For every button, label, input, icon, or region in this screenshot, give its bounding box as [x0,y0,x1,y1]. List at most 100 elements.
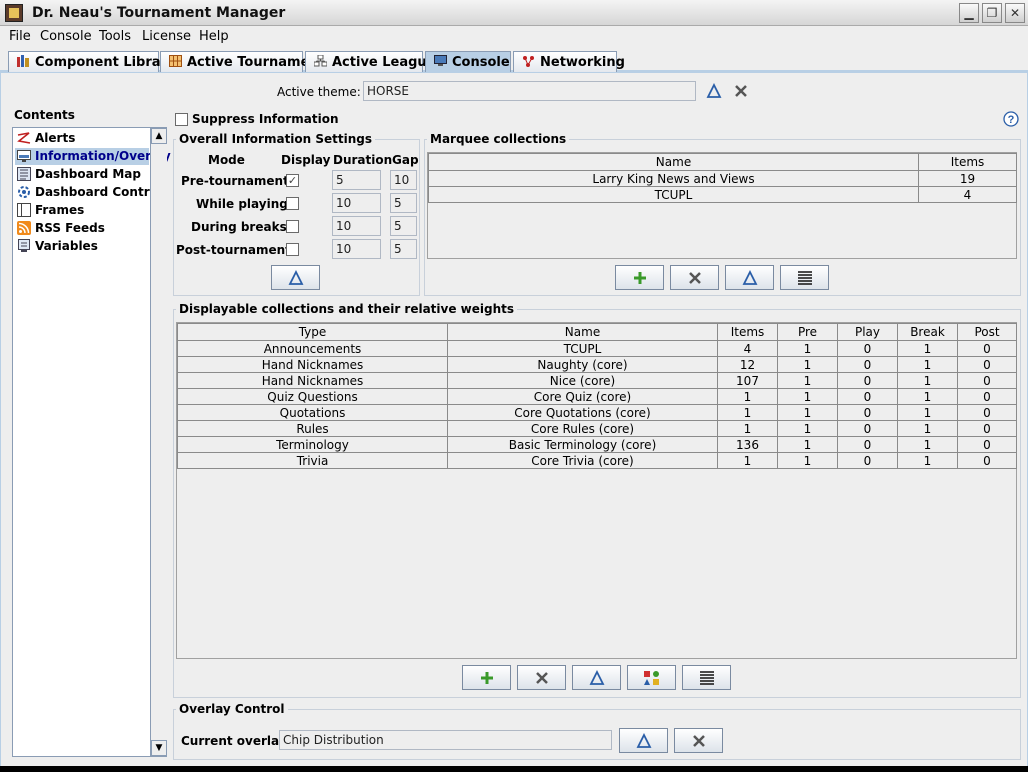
network-icon [522,55,535,67]
sidebar-item-frames[interactable]: Frames [15,202,149,219]
items-cell: 136 [717,436,778,453]
items-cell: 1 [717,404,778,421]
tab-active-league[interactable]: Active League [305,51,436,72]
clear-overlay-button[interactable] [674,728,723,753]
minimize-icon[interactable]: ▁ [959,3,979,23]
table-row[interactable]: Hand Nicknames Naughty (core) 12 1 0 1 0 [177,356,1017,373]
marquee-items-header[interactable]: Items [918,153,1017,171]
tab-label: Component Library [35,55,176,70]
post-header[interactable]: Post [957,323,1017,341]
table-row[interactable]: Terminology Basic Terminology (core) 136 1 0… [177,436,1017,453]
pre-header[interactable]: Pre [777,323,838,341]
table-row[interactable]: Hand Nicknames Nice (core) 107 1 0 1 0 [177,372,1017,389]
duration-field-while-playing[interactable]: 10 [332,193,381,213]
sidebar-item-dashboard-control[interactable]: Dashboard Control [15,184,162,201]
help-icon[interactable]: ? [1003,111,1019,127]
menu-tools[interactable]: Tools [99,29,131,44]
type-cell: Rules [177,420,448,437]
remove-marquee-button[interactable] [670,265,719,290]
edit-collection-button[interactable] [572,665,621,690]
menu-help[interactable]: Help [199,29,229,44]
table-row[interactable]: TCUPL 4 [428,186,1017,203]
add-marquee-button[interactable] [615,265,664,290]
menu-file[interactable]: File [9,29,31,44]
table-row[interactable]: Trivia Core Trivia (core) 1 1 0 1 0 [177,452,1017,469]
gap-field-pre-tournament[interactable]: 10 [390,170,417,190]
frame-icon [17,203,31,217]
list-collection-button[interactable] [682,665,731,690]
name-header[interactable]: Name [447,323,718,341]
name-cell: Core Quotations (core) [447,404,718,421]
scroll-down-icon[interactable]: ▼ [151,740,167,756]
edit-overlay-button[interactable] [619,728,668,753]
edit-marquee-button[interactable] [725,265,774,290]
gap-field-during-breaks[interactable]: 5 [390,216,417,236]
display-checkbox-post-tournament[interactable] [286,243,299,256]
tab-console[interactable]: Console [425,51,511,72]
name-cell: Naughty (core) [447,356,718,373]
overlay-control-title: Overlay Control [176,702,288,716]
table-row[interactable]: Announcements TCUPL 4 1 0 1 0 [177,340,1017,357]
restore-icon[interactable]: ❐ [982,3,1002,23]
display-checkbox-pre-tournament[interactable]: ✓ [286,174,299,187]
items-cell: 1 [717,388,778,405]
table-row[interactable]: Larry King News and Views 19 [428,170,1017,187]
list-marquee-button[interactable] [780,265,829,290]
break-header[interactable]: Break [897,323,958,341]
post-cell: 0 [957,340,1017,357]
post-cell: 0 [957,452,1017,469]
play-header[interactable]: Play [837,323,898,341]
gap-field-while-playing[interactable]: 5 [390,193,417,213]
current-overlay-field[interactable]: Chip Distribution [279,730,612,750]
menu-console[interactable]: Console [40,29,92,44]
title-bar[interactable]: Dr. Neau's Tournament Manager ▁ ❐ ✕ [0,0,1028,26]
items-header[interactable]: Items [717,323,778,341]
sidebar-scrollbar[interactable]: ▲ ▼ [150,128,167,756]
add-collection-button[interactable] [462,665,511,690]
edit-settings-button[interactable] [271,265,320,290]
sidebar-item-variables[interactable]: Variables [15,238,149,255]
duration-field-during-breaks[interactable]: 10 [332,216,381,236]
play-cell: 0 [837,404,898,421]
break-cell: 1 [897,420,958,437]
play-cell: 0 [837,372,898,389]
sidebar-item-dashboard-map[interactable]: Dashboard Map [15,166,149,183]
tab-networking[interactable]: Networking [513,51,625,72]
table-row[interactable]: Quiz Questions Core Quiz (core) 1 1 0 1 0 [177,388,1017,405]
break-cell: 1 [897,452,958,469]
type-header[interactable]: Type [177,323,448,341]
sidebar-item-alerts[interactable]: Alerts [15,130,149,147]
shapes-collection-button[interactable] [627,665,676,690]
sidebar-item-rss-feeds[interactable]: RSS Feeds [15,220,149,237]
edit-theme-icon[interactable] [706,82,722,99]
remove-collection-button[interactable] [517,665,566,690]
suppress-info-checkbox[interactable] [175,113,188,126]
clear-theme-icon[interactable] [733,83,749,99]
marquee-name-header[interactable]: Name [428,153,919,171]
control-icon [17,185,31,199]
sidebar-item-label: Alerts [35,131,76,145]
tab-component-library[interactable]: Component Library [8,51,175,72]
marquee-name-cell: Larry King News and Views [428,170,919,187]
menu-license[interactable]: License [142,29,191,44]
sidebar-item-information-overlay[interactable]: Information/Overlay [15,148,171,165]
break-cell: 1 [897,404,958,421]
close-icon[interactable]: ✕ [1005,3,1025,23]
items-cell: 1 [717,452,778,469]
tab-active-tournament[interactable]: Active Tournament [160,51,325,72]
pre-cell: 1 [777,356,838,373]
post-cell: 0 [957,420,1017,437]
display-checkbox-during-breaks[interactable] [286,220,299,233]
play-cell: 0 [837,388,898,405]
sidebar-item-label: RSS Feeds [35,221,105,235]
scroll-up-icon[interactable]: ▲ [151,128,167,144]
duration-field-pre-tournament[interactable]: 5 [332,170,381,190]
play-cell: 0 [837,436,898,453]
table-row[interactable]: Quotations Core Quotations (core) 1 1 0 1 0 [177,404,1017,421]
duration-field-post-tournament[interactable]: 10 [332,239,381,259]
display-checkbox-while-playing[interactable] [286,197,299,210]
active-theme-field[interactable]: HORSE [363,81,696,101]
gap-field-post-tournament[interactable]: 5 [390,239,417,259]
table-row[interactable]: Rules Core Rules (core) 1 1 0 1 0 [177,420,1017,437]
sidebar-item-label: Dashboard Map [35,167,141,181]
